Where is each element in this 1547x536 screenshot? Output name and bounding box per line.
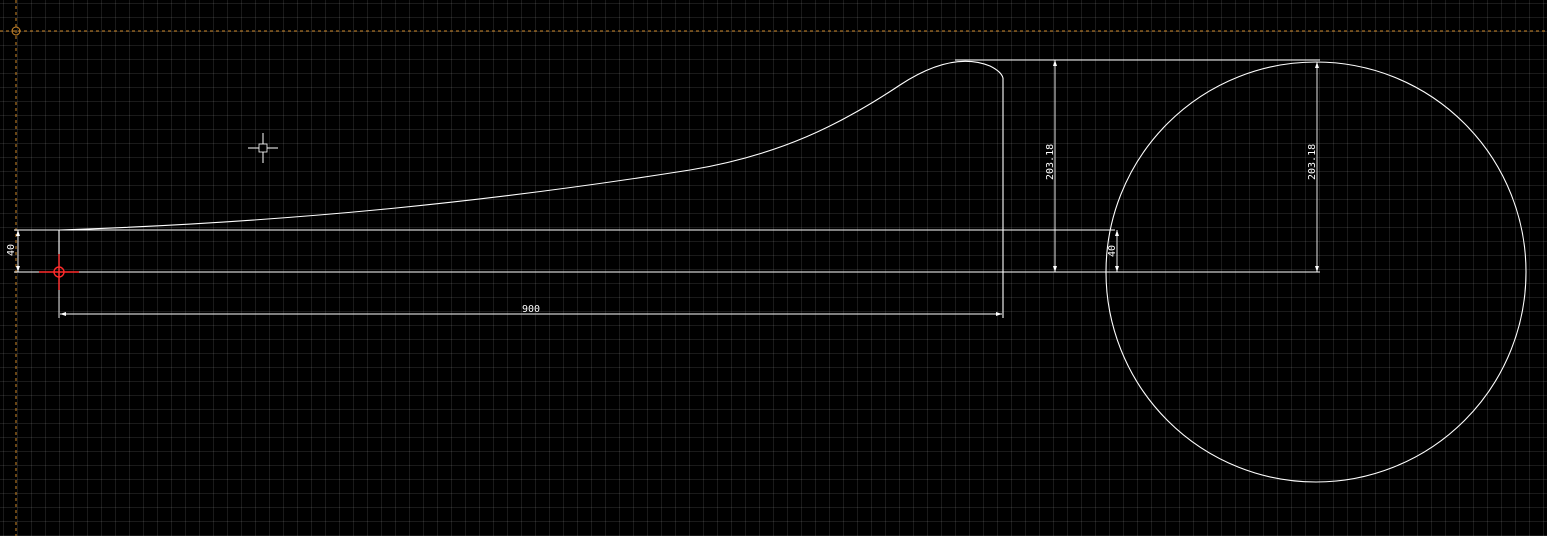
dimension-small-height-text: 40 bbox=[1107, 245, 1118, 257]
spline-curve[interactable] bbox=[58, 60, 1004, 231]
dimension-circle-height-text: 203.18 bbox=[1307, 144, 1318, 180]
dimension-circle-height[interactable]: 203.18 bbox=[1307, 62, 1319, 272]
dimension-bottom-length-text: 900 bbox=[522, 304, 540, 315]
dimension-middle-height-text: 203.18 bbox=[1045, 144, 1056, 180]
dimension-middle-height[interactable]: 203.18 bbox=[1045, 60, 1057, 272]
dimension-left-height[interactable]: 40 bbox=[6, 229, 59, 273]
drawing-svg[interactable]: 40 900 203.18 40 203.18 bbox=[0, 0, 1547, 536]
dimension-left-height-text: 40 bbox=[6, 244, 17, 256]
crosshair-cursor-icon bbox=[248, 133, 278, 163]
dimension-bottom-length[interactable]: 900 bbox=[58, 272, 1002, 318]
origin-crosshair-icon bbox=[39, 254, 79, 290]
